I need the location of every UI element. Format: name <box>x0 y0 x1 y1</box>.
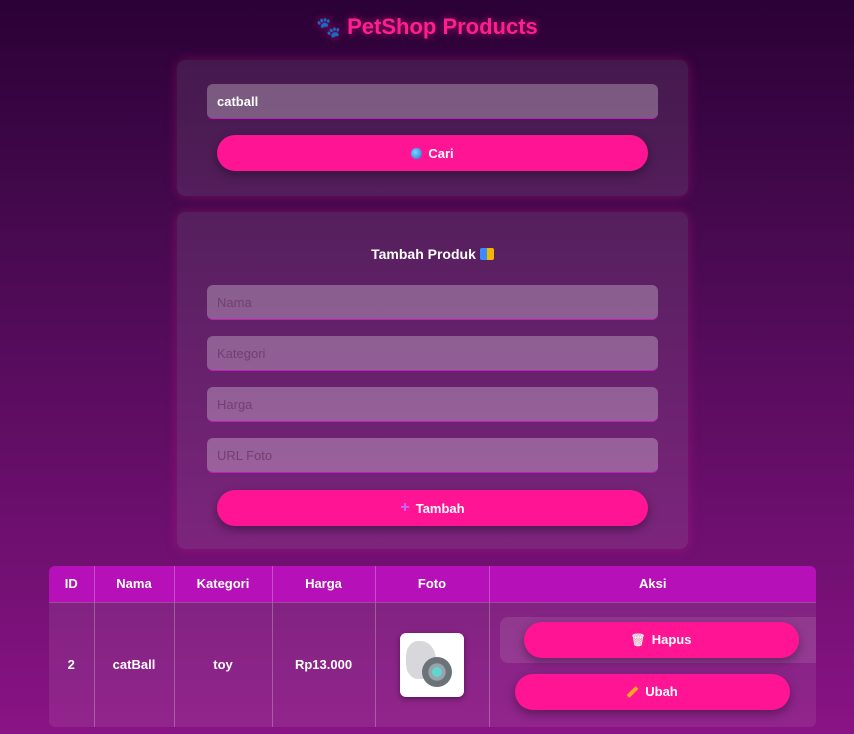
add-button[interactable]: + Tambah <box>217 490 648 526</box>
cell-nama: catBall <box>94 601 175 727</box>
column-header-nama: Nama <box>94 566 175 602</box>
cell-aksi: 🗑 Hapus Ubah <box>489 601 816 727</box>
edit-button[interactable]: Ubah <box>514 673 790 710</box>
column-header-id: ID <box>49 566 95 602</box>
products-table: ID Nama Kategori Harga Foto Aksi 2 catBa… <box>49 566 816 727</box>
table-row: 2 catBall toy Rp13.000 🗑 Hapus Ubah <box>49 601 816 727</box>
page-title: 🐾 PetShop Products <box>0 14 854 40</box>
photo-url-field[interactable] <box>207 438 658 473</box>
column-header-kategori: Kategori <box>174 566 273 602</box>
search-button-label: Cari <box>428 145 454 161</box>
search-input[interactable] <box>207 84 658 119</box>
add-button-label: Tambah <box>415 500 465 516</box>
cell-kategori: toy <box>174 601 273 727</box>
paw-icon: 🐾 <box>316 17 342 39</box>
add-product-heading-text: Tambah Produk <box>371 246 476 262</box>
plus-icon: + <box>400 499 410 516</box>
column-header-foto: Foto <box>375 566 490 602</box>
search-card: Cari <box>177 60 688 196</box>
delete-button[interactable]: 🗑 Hapus <box>523 621 799 658</box>
magnifier-icon <box>411 147 423 159</box>
column-header-aksi: Aksi <box>489 566 816 602</box>
actions-group: 🗑 Hapus Ubah <box>490 603 816 727</box>
cell-id: 2 <box>49 601 95 727</box>
cat-ball-image <box>422 656 452 687</box>
table-header-row: ID Nama Kategori Harga Foto Aksi <box>49 566 816 602</box>
add-product-card: Tambah Produk + Tambah <box>177 212 688 549</box>
name-field[interactable] <box>207 285 658 320</box>
trash-icon: 🗑 <box>630 632 646 647</box>
edit-button-label: Ubah <box>645 684 678 699</box>
page-title-text: PetShop Products <box>347 14 538 39</box>
price-field[interactable] <box>207 387 658 422</box>
books-icon <box>479 248 494 260</box>
category-field[interactable] <box>207 336 658 371</box>
column-header-harga: Harga <box>272 566 376 602</box>
product-photo <box>400 632 464 697</box>
delete-button-label: Hapus <box>651 632 692 647</box>
cell-harga: Rp13.000 <box>272 601 376 727</box>
pencil-icon <box>626 685 639 698</box>
search-button[interactable]: Cari <box>217 135 648 171</box>
add-product-heading: Tambah Produk <box>177 246 688 262</box>
cell-foto <box>375 601 490 727</box>
